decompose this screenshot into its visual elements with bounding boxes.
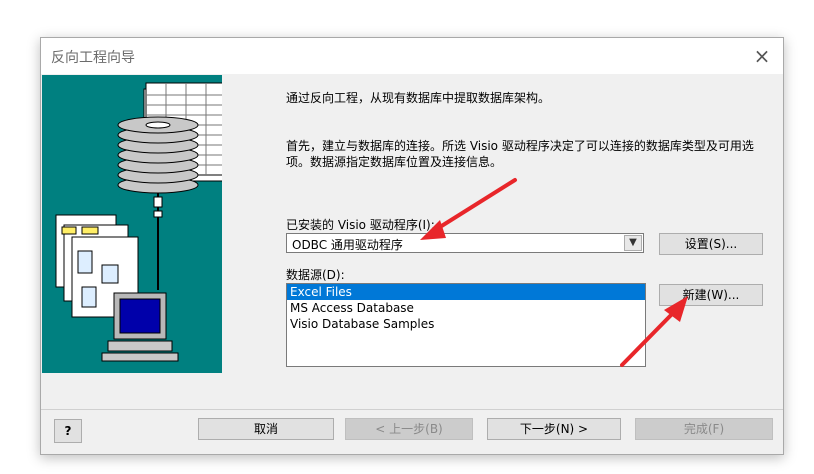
- datasource-label: 数据源(D):: [286, 268, 345, 282]
- title-bar: 反向工程向导 ×: [41, 38, 783, 74]
- list-item[interactable]: Excel Files: [287, 284, 645, 300]
- list-item[interactable]: MS Access Database: [287, 300, 645, 316]
- intro-text: 通过反向工程，从现有数据库中提取数据库架构。: [286, 91, 551, 105]
- driver-label: 已安装的 Visio 驱动程序(I):: [286, 218, 435, 232]
- cancel-button[interactable]: 取消: [198, 418, 334, 440]
- chevron-down-icon[interactable]: ▼: [624, 235, 642, 251]
- next-button[interactable]: 下一步(N) >: [487, 418, 621, 440]
- finish-button[interactable]: 完成(F): [635, 418, 773, 440]
- description-line-1: 首先，建立与数据库的连接。所选 Visio 驱动程序决定了可以连接的数据库类型及…: [286, 139, 754, 153]
- new-datasource-button[interactable]: 新建(W)...: [659, 284, 763, 306]
- reverse-engineer-wizard-dialog: 反向工程向导 × 通过反向工程，从现有数据库中提取数据库架构。 首先，建立与数据…: [40, 37, 784, 455]
- footer-divider: [41, 409, 783, 410]
- datasource-list[interactable]: Excel Files MS Access Database Visio Dat…: [286, 283, 646, 367]
- wizard-illustration: [42, 75, 222, 373]
- settings-button[interactable]: 设置(S)...: [659, 233, 763, 255]
- driver-select[interactable]: ODBC 通用驱动程序 ▼: [286, 233, 644, 253]
- window-title: 反向工程向导: [51, 50, 135, 66]
- description-line-2: 项。数据源指定数据库位置及连接信息。: [286, 155, 503, 169]
- help-icon[interactable]: ?: [54, 419, 82, 443]
- close-icon[interactable]: ×: [747, 42, 777, 70]
- back-button[interactable]: < 上一步(B): [345, 418, 473, 440]
- database-network-illustration: [55, 82, 222, 362]
- driver-selected-value: ODBC 通用驱动程序: [292, 238, 403, 252]
- list-item[interactable]: Visio Database Samples: [287, 316, 645, 332]
